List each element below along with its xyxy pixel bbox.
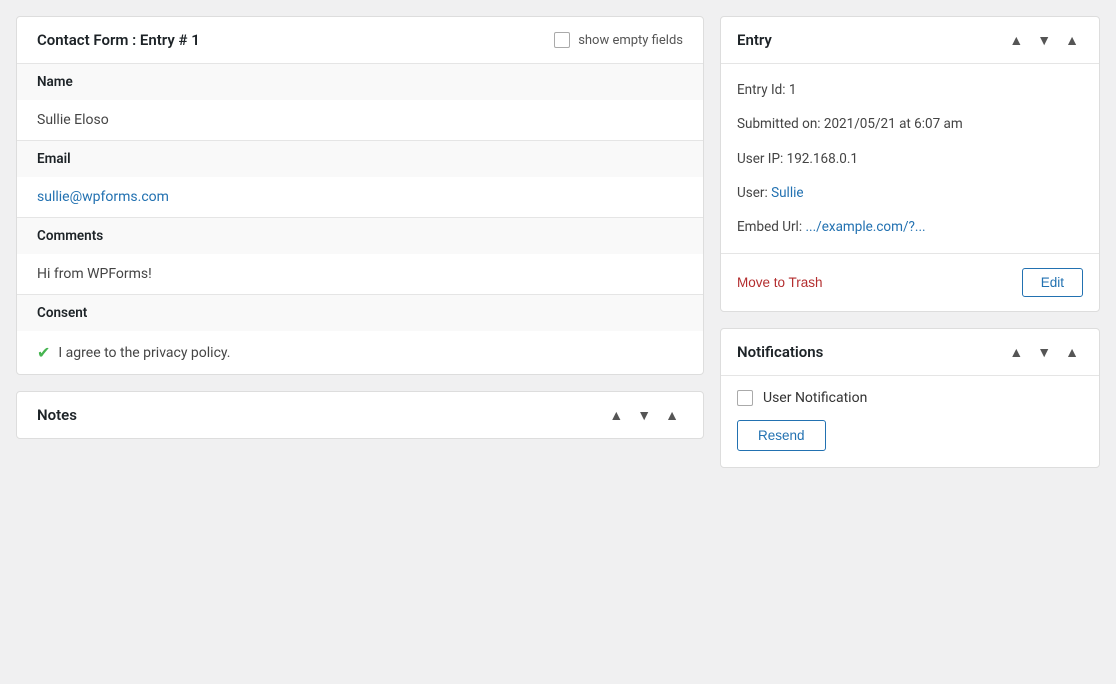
- field-comments: Comments Hi from WPForms!: [17, 218, 703, 295]
- entry-id-row: Entry Id: 1: [737, 80, 1083, 100]
- entry-sidebar-body: Entry Id: 1 Submitted on: 2021/05/21 at …: [721, 64, 1099, 253]
- edit-btn[interactable]: Edit: [1022, 268, 1083, 297]
- user-label: User:: [737, 185, 768, 201]
- field-name: Name Sullie Eloso: [17, 64, 703, 141]
- entry-up-btn[interactable]: ▲: [1005, 31, 1027, 49]
- show-empty-fields-label: show empty fields: [578, 33, 683, 48]
- resend-area: Resend: [721, 416, 1099, 467]
- notif-down-btn[interactable]: ▼: [1033, 343, 1055, 361]
- notes-title: Notes: [37, 406, 77, 424]
- resend-btn[interactable]: Resend: [737, 420, 826, 451]
- user-row: User: Sullie: [737, 183, 1083, 203]
- embed-link[interactable]: .../example.com/?...: [805, 219, 925, 235]
- notifications-sidebar-header: Notifications ▲ ▼ ▲: [721, 329, 1099, 376]
- move-to-trash-btn[interactable]: Move to Trash: [737, 275, 823, 290]
- user-notification-checkbox[interactable]: [737, 390, 753, 406]
- form-title: Contact Form : Entry # 1: [37, 31, 200, 49]
- notes-up-btn[interactable]: ▲: [605, 406, 627, 424]
- field-email-value: sullie@wpforms.com: [17, 177, 703, 217]
- entry-collapse-btn[interactable]: ▲: [1061, 31, 1083, 49]
- notifications-title: Notifications: [737, 343, 823, 361]
- notif-up-btn[interactable]: ▲: [1005, 343, 1027, 361]
- consent-row: ✔ I agree to the privacy policy.: [37, 343, 683, 362]
- consent-checkmark-icon: ✔: [37, 343, 50, 362]
- notifications-controls: ▲ ▼ ▲: [1005, 343, 1083, 361]
- email-link[interactable]: sullie@wpforms.com: [37, 189, 169, 205]
- field-consent-value: ✔ I agree to the privacy policy.: [17, 331, 703, 374]
- consent-text: I agree to the privacy policy.: [58, 345, 230, 361]
- notif-collapse-btn[interactable]: ▲: [1061, 343, 1083, 361]
- notifications-sidebar-card: Notifications ▲ ▼ ▲ User Notification Re…: [720, 328, 1100, 468]
- notes-card: Notes ▲ ▼ ▲: [16, 391, 704, 439]
- embed-label: Embed Url:: [737, 219, 802, 235]
- submitted-on-row: Submitted on: 2021/05/21 at 6:07 am: [737, 114, 1083, 134]
- entry-down-btn[interactable]: ▼: [1033, 31, 1055, 49]
- show-empty-fields-wrapper: show empty fields: [554, 32, 683, 48]
- field-email: Email sullie@wpforms.com: [17, 141, 703, 218]
- entry-actions: Move to Trash Edit: [721, 253, 1099, 311]
- embed-url-row: Embed Url: .../example.com/?...: [737, 217, 1083, 237]
- notes-down-btn[interactable]: ▼: [633, 406, 655, 424]
- user-link[interactable]: Sullie: [771, 185, 803, 201]
- entry-sidebar-card: Entry ▲ ▼ ▲ Entry Id: 1 Submitted on: 20…: [720, 16, 1100, 312]
- main-panel: Contact Form : Entry # 1 show empty fiel…: [16, 16, 704, 468]
- entry-sidebar-header: Entry ▲ ▼ ▲: [721, 17, 1099, 64]
- field-comments-value: Hi from WPForms!: [17, 254, 703, 294]
- field-consent: Consent ✔ I agree to the privacy policy.: [17, 295, 703, 374]
- field-consent-label: Consent: [17, 295, 703, 331]
- sidebar: Entry ▲ ▼ ▲ Entry Id: 1 Submitted on: 20…: [720, 16, 1100, 468]
- entry-sidebar-controls: ▲ ▼ ▲: [1005, 31, 1083, 49]
- notes-card-header: Notes ▲ ▼ ▲: [17, 392, 703, 438]
- entry-card: Contact Form : Entry # 1 show empty fiel…: [16, 16, 704, 375]
- field-comments-label: Comments: [17, 218, 703, 254]
- field-name-value: Sullie Eloso: [17, 100, 703, 140]
- user-notification-label: User Notification: [763, 390, 867, 406]
- entry-card-header: Contact Form : Entry # 1 show empty fiel…: [17, 17, 703, 64]
- entry-sidebar-title: Entry: [737, 31, 772, 49]
- notes-collapse-btn[interactable]: ▲: [661, 406, 683, 424]
- field-name-label: Name: [17, 64, 703, 100]
- field-email-label: Email: [17, 141, 703, 177]
- user-ip-row: User IP: 192.168.0.1: [737, 149, 1083, 169]
- user-notification-row: User Notification: [721, 376, 1099, 416]
- show-empty-fields-checkbox[interactable]: [554, 32, 570, 48]
- notes-controls: ▲ ▼ ▲: [605, 406, 683, 424]
